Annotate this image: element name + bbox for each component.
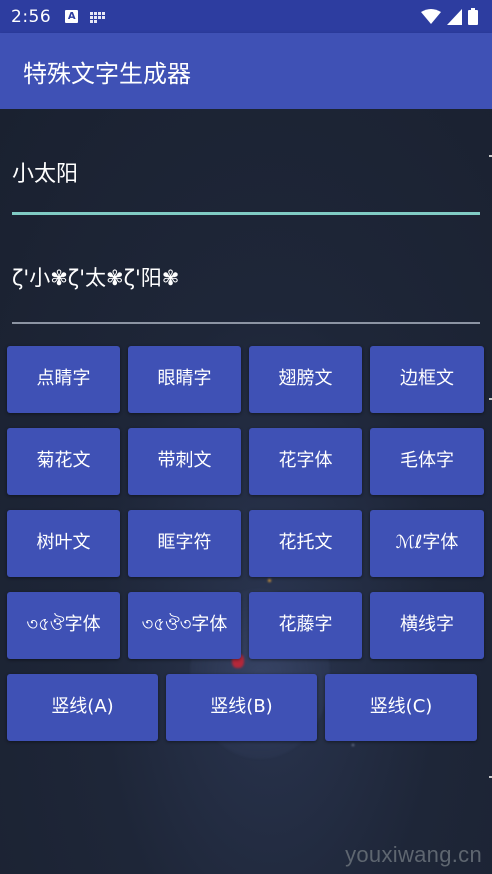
style-button-vertical-b[interactable]: 竖线(B) xyxy=(166,674,317,741)
style-button-hengxian[interactable]: 横线字 xyxy=(370,592,484,659)
page-title: 特殊文字生成器 xyxy=(23,59,191,88)
source-text-input[interactable] xyxy=(12,150,480,194)
style-button-dianjing[interactable]: 点睛字 xyxy=(7,346,120,413)
status-bar: 2:56 A xyxy=(0,0,492,33)
wifi-icon xyxy=(421,8,441,24)
style-button-ml-font[interactable]: ℳℓ字体 xyxy=(370,510,484,577)
style-button-huazi[interactable]: 花字体 xyxy=(249,428,362,495)
style-button-kuangzifu[interactable]: 眶字符 xyxy=(128,510,241,577)
style-button-huateng[interactable]: 花藤字 xyxy=(249,592,362,659)
style-button-vertical-c[interactable]: 竖线(C) xyxy=(325,674,477,741)
accessibility-notification-icon: A xyxy=(65,10,79,23)
output-underline xyxy=(12,322,480,324)
input-underline xyxy=(12,212,480,215)
generated-text-output[interactable]: ζ'小✾ζ'太✾ζ'阳✾ xyxy=(12,262,480,302)
style-button-huatuo[interactable]: 花托文 xyxy=(249,510,362,577)
style-button-ornament-b[interactable]: ৩৫ঔ৩字体 xyxy=(128,592,241,659)
style-button-biankuang[interactable]: 边框文 xyxy=(370,346,484,413)
background-spark xyxy=(268,579,271,582)
status-time: 2:56 xyxy=(11,6,52,27)
style-button-maoti[interactable]: 毛体字 xyxy=(370,428,484,495)
style-button-ornament-a[interactable]: ৩৫ঔ字体 xyxy=(7,592,120,659)
app-bar: 特殊文字生成器 xyxy=(0,33,492,109)
style-button-vertical-a[interactable]: 竖线(A) xyxy=(7,674,158,741)
style-button-juhua[interactable]: 菊花文 xyxy=(7,428,120,495)
keyboard-icon xyxy=(90,11,108,23)
background-spark xyxy=(352,744,354,746)
style-button-yanjing[interactable]: 眼睛字 xyxy=(128,346,241,413)
style-button-chibang[interactable]: 翅膀文 xyxy=(249,346,362,413)
style-button-shuye[interactable]: 树叶文 xyxy=(7,510,120,577)
watermark: youxiwang.cn xyxy=(345,842,482,867)
style-button-daici[interactable]: 带刺文 xyxy=(128,428,241,495)
battery-icon xyxy=(468,8,478,25)
status-icons xyxy=(421,0,478,33)
cellular-signal-icon xyxy=(447,8,462,25)
